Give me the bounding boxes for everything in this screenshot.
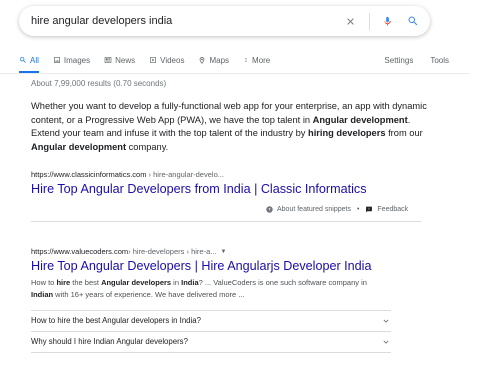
- result-stats: About 7,99,000 results (0.70 seconds): [31, 79, 167, 88]
- tab-more-label: More: [252, 55, 271, 65]
- caret-down-icon[interactable]: ▼: [221, 249, 227, 255]
- snippet-bold-3: Angular development: [31, 142, 127, 153]
- desc-bold-3: India: [181, 278, 199, 287]
- faq-bottom-divider: [31, 352, 391, 353]
- result-2-title-link[interactable]: Hire Top Angular Developers | Hire Angul…: [31, 259, 371, 273]
- desc-text-2: the best: [70, 278, 102, 287]
- tab-more[interactable]: More: [243, 50, 270, 70]
- tab-videos[interactable]: Videos: [149, 50, 184, 70]
- faq-question: Why should I hire Indian Angular develop…: [31, 337, 188, 346]
- result-1-path: › hire-angular-develo...: [146, 170, 224, 179]
- result-1-title-link[interactable]: Hire Top Angular Developers from India |…: [31, 182, 367, 196]
- tabs-divider: [0, 73, 470, 74]
- newspaper-icon: [104, 57, 112, 63]
- search-tabs: All Images News Videos Maps More Setting…: [19, 50, 449, 73]
- result-divider: [31, 221, 421, 222]
- close-icon[interactable]: [339, 10, 361, 32]
- more-vert-icon: [245, 58, 247, 62]
- chevron-down-icon: [383, 340, 389, 344]
- search-input[interactable]: hire angular developers india: [19, 15, 339, 27]
- tab-news-label: News: [115, 55, 136, 65]
- desc-text-4: ? ... ValueCoders is one such software c…: [198, 278, 367, 287]
- chevron-down-icon: [383, 319, 389, 323]
- result-2-cite[interactable]: https://www.valuecoders.com › hire-devel…: [31, 247, 226, 256]
- image-icon: [53, 57, 60, 63]
- result-1-domain: https://www.classicinformatics.com: [31, 170, 147, 179]
- desc-text-5: with 16+ years of experience. We have de…: [53, 290, 245, 299]
- result-2-path: › hire-developers › hire-a...: [128, 247, 217, 256]
- tab-images-label: Images: [63, 55, 91, 65]
- snippet-bold-2: hiring developers: [308, 128, 386, 139]
- microphone-icon[interactable]: [376, 10, 398, 32]
- settings-label: Settings: [384, 55, 414, 65]
- featured-snippet-text: Whether you want to develop a fully-func…: [31, 100, 431, 155]
- search-box-divider: [369, 12, 370, 30]
- result-2-domain: https://www.valuecoders.com: [31, 247, 129, 256]
- feedback-icon: [365, 206, 373, 213]
- result-2-description: How to hire the best Angular developers …: [31, 277, 391, 301]
- desc-bold-4: Indian: [31, 290, 54, 299]
- snippet-feedback-row: About featured snippets • Feedback: [266, 206, 408, 213]
- desc-text-1: How to: [31, 278, 57, 287]
- map-pin-icon: [200, 56, 205, 64]
- desc-bold-2: Angular developers: [101, 278, 172, 287]
- tab-maps-label: Maps: [209, 55, 230, 65]
- tabs-right-group: Settings Tools: [367, 50, 449, 70]
- about-featured-snippets-link[interactable]: About featured snippets: [277, 206, 351, 213]
- tab-all[interactable]: All: [19, 50, 39, 73]
- desc-bold-1: hire: [56, 278, 71, 287]
- settings-button[interactable]: Settings: [384, 50, 413, 70]
- faq-item[interactable]: How to hire the best Angular developers …: [31, 310, 391, 330]
- search-icon: [20, 57, 26, 63]
- tools-button[interactable]: Tools: [430, 50, 449, 70]
- tab-maps[interactable]: Maps: [198, 50, 229, 70]
- desc-text-3: in: [171, 278, 182, 287]
- result-1-cite[interactable]: https://www.classicinformatics.com › hir…: [31, 170, 224, 179]
- tools-label: Tools: [430, 55, 449, 65]
- play-icon: [150, 57, 157, 63]
- separator-dot: •: [356, 206, 360, 213]
- snippet-text-3: from our: [385, 128, 423, 139]
- search-box[interactable]: hire angular developers india: [19, 6, 430, 36]
- search-icon[interactable]: [402, 10, 424, 32]
- tab-news[interactable]: News: [104, 50, 135, 70]
- faq-question: How to hire the best Angular developers …: [31, 316, 201, 325]
- feedback-link[interactable]: Feedback: [377, 206, 408, 213]
- tab-images[interactable]: Images: [53, 50, 90, 70]
- tab-all-label: All: [30, 55, 39, 65]
- help-icon: [266, 206, 273, 213]
- snippet-text-4: company.: [126, 142, 169, 153]
- tab-videos-label: Videos: [160, 55, 185, 65]
- faq-item[interactable]: Why should I hire Indian Angular develop…: [31, 331, 391, 351]
- snippet-bold-1: Angular development: [312, 114, 408, 125]
